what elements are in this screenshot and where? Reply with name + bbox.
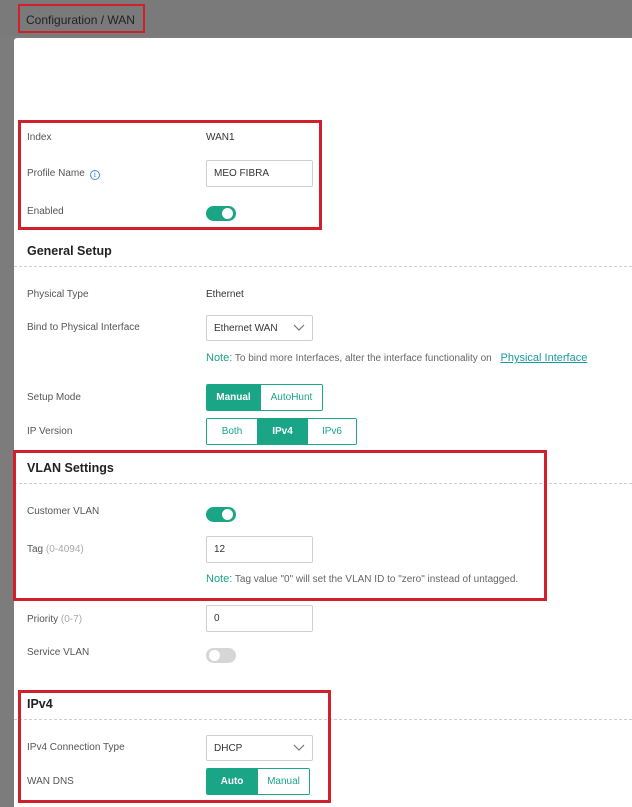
wan-config-panel: Index WAN1 Profile Name i Enabled General… [14, 38, 632, 807]
tag-input[interactable] [206, 536, 313, 563]
section-divider [14, 266, 632, 267]
ip-version-ipv4-button[interactable]: IPv4 [257, 419, 307, 444]
service-vlan-toggle[interactable] [206, 648, 236, 663]
toggle-knob [222, 208, 233, 219]
ip-version-segmented: Both IPv4 IPv6 [206, 418, 357, 445]
profile-name-label-text: Profile Name [27, 168, 85, 179]
breadcrumb: Configuration / WAN [18, 4, 145, 33]
chevron-down-icon [293, 744, 305, 751]
customer-vlan-label: Customer VLAN [27, 506, 100, 517]
wan-dns-auto-button[interactable]: Auto [207, 769, 257, 794]
ipv4-connection-type-select[interactable]: DHCP [206, 735, 313, 761]
bind-note-text: To bind more Interfaces, alter the inter… [234, 353, 492, 364]
bind-interface-label: Bind to Physical Interface [27, 322, 140, 333]
ip-version-label: IP Version [27, 426, 73, 437]
section-divider [14, 483, 632, 484]
wan-dns-label: WAN DNS [27, 776, 74, 787]
ipv4-connection-type-value: DHCP [214, 743, 243, 754]
setup-mode-autohunt-button[interactable]: AutoHunt [260, 385, 322, 410]
ipv4-title: IPv4 [27, 697, 53, 711]
general-setup-title: General Setup [27, 244, 112, 258]
profile-name-label: Profile Name i [27, 168, 100, 180]
tag-label: Tag (0-4094) [27, 544, 84, 556]
setup-mode-segmented: Manual AutoHunt [206, 384, 323, 411]
ip-version-both-button[interactable]: Both [207, 419, 257, 444]
wan-dns-segmented: Auto Manual [206, 768, 310, 795]
setup-mode-manual-button[interactable]: Manual [207, 385, 260, 410]
note-key: Note: [206, 352, 233, 364]
bind-interface-value: Ethernet WAN [214, 323, 278, 334]
index-label: Index [27, 132, 52, 143]
tag-note: Note: Tag value "0" will set the VLAN ID… [206, 573, 518, 586]
priority-label-text: Priority [27, 614, 59, 625]
top-bar: Configuration / WAN [0, 0, 632, 36]
toggle-knob [222, 509, 233, 520]
tag-note-text: Tag value "0" will set the VLAN ID to "z… [234, 574, 519, 585]
vlan-settings-title: VLAN Settings [27, 461, 114, 475]
bind-interface-select[interactable]: Ethernet WAN [206, 315, 313, 341]
chevron-down-icon [293, 324, 305, 331]
index-value: WAN1 [206, 132, 235, 143]
physical-interface-link[interactable]: Physical Interface [501, 352, 588, 364]
physical-type-value: Ethernet [206, 289, 244, 300]
customer-vlan-toggle[interactable] [206, 507, 236, 522]
enabled-toggle[interactable] [206, 206, 236, 221]
enabled-label: Enabled [27, 206, 64, 217]
priority-input[interactable] [206, 605, 313, 632]
ip-version-ipv6-button[interactable]: IPv6 [307, 419, 356, 444]
ipv4-connection-type-label: IPv4 Connection Type [27, 742, 125, 753]
setup-mode-label: Setup Mode [27, 392, 81, 403]
service-vlan-label: Service VLAN [27, 647, 90, 658]
profile-name-input[interactable] [206, 160, 313, 187]
physical-type-label: Physical Type [27, 289, 89, 300]
section-divider [14, 719, 632, 720]
priority-label: Priority (0-7) [27, 614, 82, 626]
bind-note: Note: To bind more Interfaces, alter the… [206, 352, 587, 365]
priority-hint: (0-7) [60, 614, 83, 625]
wan-dns-manual-button[interactable]: Manual [257, 769, 309, 794]
tag-label-text: Tag [27, 544, 44, 555]
tag-hint: (0-4094) [45, 544, 84, 555]
note-key: Note: [206, 573, 233, 585]
toggle-knob [209, 650, 220, 661]
info-icon[interactable]: i [89, 170, 100, 180]
